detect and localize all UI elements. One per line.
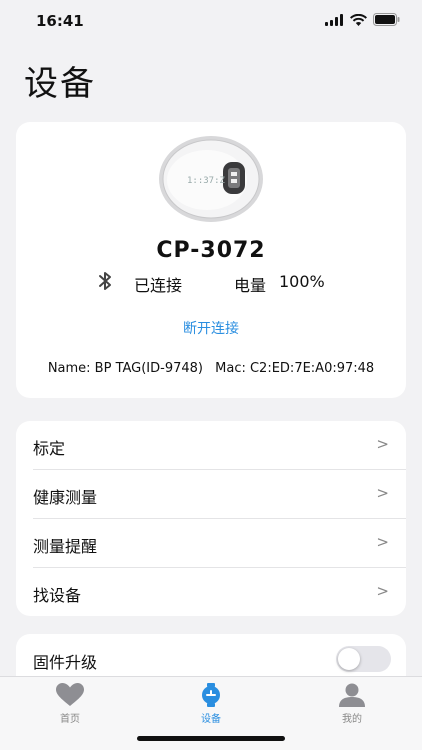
battery-icon bbox=[373, 13, 400, 26]
tab-label: 首页 bbox=[60, 714, 80, 725]
menu-item-measure-reminder[interactable]: 测量提醒 > bbox=[16, 519, 406, 568]
toggle-knob bbox=[338, 648, 360, 670]
firmware-label: 固件升级 bbox=[33, 653, 98, 672]
battery-label: 电量 bbox=[234, 276, 267, 295]
page-title: 设备 bbox=[24, 64, 96, 104]
disconnect-button[interactable]: 断开连接 bbox=[16, 318, 406, 338]
svg-text:1::37:Z: 1::37:Z bbox=[187, 176, 226, 186]
battery-value: 100% bbox=[279, 272, 325, 291]
chevron-right-icon: > bbox=[376, 582, 389, 600]
tab-device[interactable]: 设备 bbox=[141, 683, 281, 729]
heart-icon bbox=[56, 683, 84, 706]
tab-label: 设备 bbox=[201, 714, 221, 725]
device-info-mac: Mac: C2:ED:7E:A0:97:48 bbox=[215, 361, 375, 376]
signal-icon bbox=[325, 13, 343, 26]
menu-item-calibration[interactable]: 标定 > bbox=[16, 421, 406, 470]
menu-item-label: 测量提醒 bbox=[33, 537, 98, 556]
device-info-name: Name: BP TAG(ID-9748) bbox=[47, 361, 203, 376]
connection-status: 已连接 bbox=[134, 276, 183, 295]
status-icons bbox=[325, 13, 400, 26]
device-info: Name: BP TAG(ID-9748) Mac: C2:ED:7E:A0:9… bbox=[16, 361, 406, 376]
status-bar: 16:41 bbox=[0, 0, 422, 44]
watch-icon bbox=[202, 683, 220, 707]
chevron-right-icon: > bbox=[376, 533, 389, 551]
tab-mine[interactable]: 我的 bbox=[282, 683, 422, 729]
tab-home[interactable]: 首页 bbox=[0, 683, 140, 729]
menu-item-label: 找设备 bbox=[33, 586, 82, 605]
chevron-right-icon: > bbox=[376, 435, 389, 453]
connection-row: 已连接 电量 100% bbox=[16, 270, 406, 295]
menu-item-health-measure[interactable]: 健康测量 > bbox=[16, 470, 406, 519]
menu-item-find-device[interactable]: 找设备 > bbox=[16, 568, 406, 617]
menu-item-label: 标定 bbox=[33, 439, 66, 458]
menu-item-label: 健康测量 bbox=[33, 488, 98, 507]
person-icon bbox=[339, 683, 365, 707]
device-name: CP-3072 bbox=[156, 238, 266, 263]
bluetooth-icon bbox=[99, 272, 111, 290]
status-time: 16:41 bbox=[36, 12, 84, 30]
device-card: 1::37:Z CP-3072 已连接 电量 100% 断开连接 Name: B… bbox=[16, 122, 406, 398]
firmware-toggle[interactable] bbox=[336, 646, 391, 672]
tab-label: 我的 bbox=[342, 714, 362, 725]
menu-card: 标定 > 健康测量 > 测量提醒 > 找设备 > bbox=[16, 421, 406, 616]
home-indicator bbox=[137, 736, 285, 741]
wifi-icon bbox=[350, 13, 367, 26]
chevron-right-icon: > bbox=[376, 484, 389, 502]
device-image: 1::37:Z bbox=[159, 136, 263, 222]
